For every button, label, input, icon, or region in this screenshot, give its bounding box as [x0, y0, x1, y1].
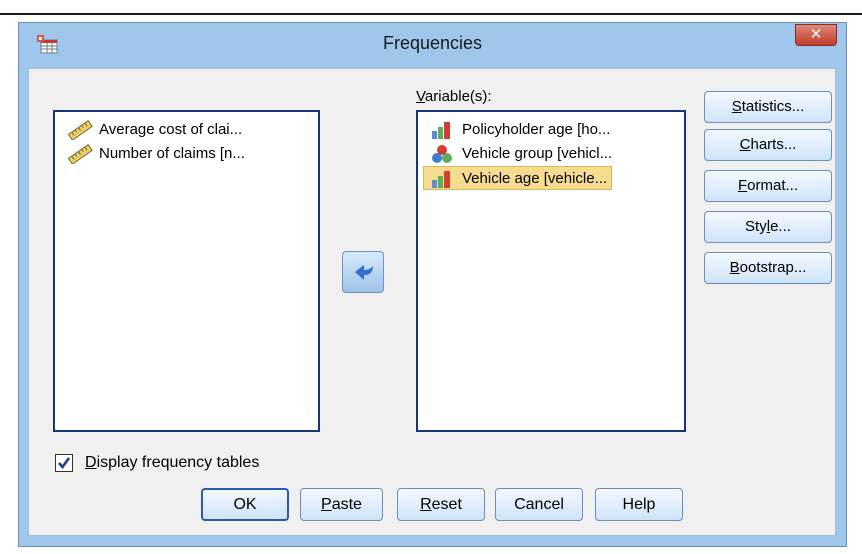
ordinal-bar-icon [432, 171, 450, 188]
scale-ruler-icon [67, 144, 93, 164]
close-button[interactable]: ✕ [795, 24, 837, 46]
ordinal-bar-icon [432, 122, 450, 139]
move-variable-button[interactable] [342, 251, 384, 293]
target-list-item[interactable]: Vehicle group [vehicl... [424, 142, 616, 166]
nominal-circles-icon [432, 145, 452, 163]
top-border-line [0, 13, 862, 15]
style-button[interactable]: Style... [704, 211, 832, 243]
variables-label: Variable(s): [416, 88, 492, 105]
paste-button[interactable]: Paste [300, 488, 383, 521]
frequencies-dialog: Frequencies ✕ Average cost of clai... Nu… [18, 22, 847, 547]
target-item-label: Vehicle group [vehicl... [462, 145, 613, 162]
charts-button[interactable]: Charts... [704, 129, 832, 161]
source-item-label: Average cost of clai... [99, 121, 243, 138]
target-list-item[interactable]: Policyholder age [ho... [424, 118, 614, 142]
reset-button[interactable]: Reset [397, 488, 485, 521]
ok-button[interactable]: OK [201, 488, 289, 521]
cancel-button[interactable]: Cancel [495, 488, 583, 521]
bootstrap-button[interactable]: Bootstrap... [704, 252, 832, 284]
scale-ruler-icon [67, 120, 93, 140]
source-variable-list[interactable]: Average cost of clai... Number of claims… [53, 110, 320, 432]
target-list-item-selected[interactable]: Vehicle age [vehicle... [423, 166, 613, 190]
checkmark-icon [58, 457, 71, 470]
display-frequency-tables-checkbox[interactable] [55, 454, 73, 472]
dialog-body: Average cost of clai... Number of claims… [28, 68, 836, 536]
target-item-label: Policyholder age [ho... [462, 121, 611, 138]
arrow-left-icon [355, 265, 373, 280]
target-variable-list[interactable]: Policyholder age [ho... Vehicle group [v… [416, 110, 686, 432]
help-button[interactable]: Help [595, 488, 683, 521]
display-frequency-tables-label: Display frequency tables [85, 454, 260, 471]
statistics-button[interactable]: Statistics... [704, 91, 832, 123]
source-item-label: Number of claims [n... [99, 145, 245, 162]
target-item-label: Vehicle age [vehicle... [462, 170, 608, 187]
dialog-title: Frequencies [382, 33, 483, 53]
close-icon: ✕ [809, 26, 823, 43]
format-button[interactable]: Format... [704, 170, 832, 202]
title-bar[interactable]: Frequencies ✕ [19, 23, 846, 67]
source-list-item[interactable]: Number of claims [n... [61, 142, 249, 166]
source-list-item[interactable]: Average cost of clai... [61, 118, 246, 142]
